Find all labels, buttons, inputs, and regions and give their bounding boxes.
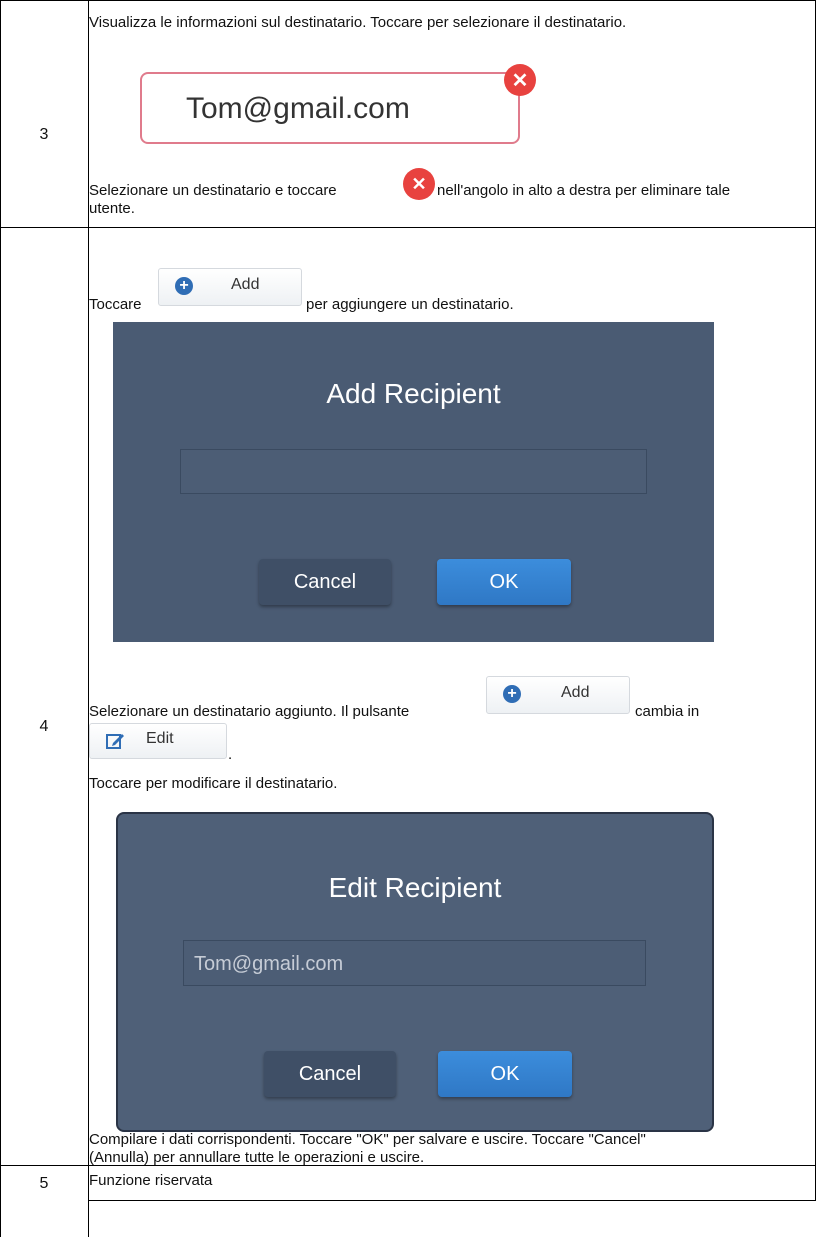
plus-icon: + [175,277,193,295]
plus-icon: + [503,685,521,703]
cancel-button[interactable]: Cancel [264,1051,396,1097]
cancel-button[interactable]: Cancel [259,559,391,605]
table-border-left [0,0,1,1237]
row-number: 3 [39,126,49,143]
delete-instruction-part1: Selezionare un destinatario e toccare [89,182,337,199]
footer-instruction-line2: (Annulla) per annullare tutte le operazi… [89,1149,425,1166]
delete-instruction-part2: nell'angolo in alto a destra per elimina… [437,182,731,199]
recipient-input[interactable]: Tom@gmail.com [183,940,646,986]
edit-button-label: Edit [146,730,174,747]
recipient-email: Tom@gmail.com [186,92,410,125]
table-border-bottom-partial [88,1200,816,1201]
table-border-top [0,0,816,1]
add-button[interactable]: + Add [486,676,630,714]
delete-icon-inline: ✕ [403,168,435,200]
edit-instruction: Toccare per modificare il destinatario. [89,775,338,792]
add-recipient-dialog: Add Recipient Cancel OK [113,322,714,642]
add-button-label: Add [231,276,260,293]
select-instruction: Selezionare un destinatario aggiunto. Il… [89,703,410,720]
edit-icon [106,734,124,749]
dialog-title: Add Recipient [326,378,501,409]
add-button-label: Add [561,684,590,701]
row-number: 4 [39,718,49,735]
row-description: Visualizza le informazioni sul destinata… [89,14,627,31]
tap-prefix: Toccare [89,296,142,313]
add-instruction: per aggiungere un destinatario. [306,296,514,313]
edit-recipient-dialog: Edit Recipient Tom@gmail.com Cancel OK [116,812,714,1132]
ok-button[interactable]: OK [438,1051,572,1097]
row-number: 5 [39,1175,49,1192]
add-button[interactable]: + Add [158,268,302,306]
footer-instruction-line1: Compilare i dati corrispondenti. Toccare… [89,1131,646,1148]
recipient-chip[interactable]: Tom@gmail.com [140,72,520,144]
delete-instruction-line2: utente. [89,200,135,217]
row-description: Funzione riservata [89,1172,213,1189]
sentence-period: . [228,746,233,763]
changes-to-text: cambia in [635,703,700,720]
dialog-title: Edit Recipient [328,872,502,903]
ok-button[interactable]: OK [437,559,571,605]
edit-button[interactable]: Edit [89,723,227,759]
delete-recipient-icon[interactable]: ✕ [504,64,536,96]
row-divider-3-4 [0,227,816,228]
recipient-input[interactable] [180,449,647,494]
